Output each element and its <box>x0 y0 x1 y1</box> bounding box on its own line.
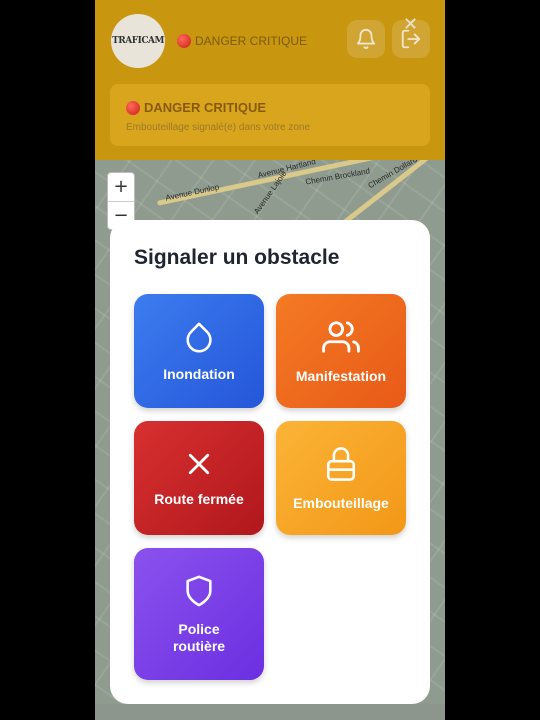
notifications-button[interactable] <box>347 20 385 58</box>
users-icon <box>322 320 360 353</box>
tile-label: Route fermée <box>154 490 244 507</box>
tile-label: Police routière <box>172 621 226 654</box>
tile-label: Embouteillage <box>293 494 389 511</box>
app-header: TRAFICAM DANGER CRITIQUE ✕ DANGER CRITIQ… <box>95 0 445 160</box>
logo-text: TRAFICAM <box>112 36 164 46</box>
tile-police-routiere[interactable]: Police routière <box>134 548 264 680</box>
app-logo: TRAFICAM <box>111 14 165 68</box>
tile-label: Inondation <box>163 365 235 382</box>
tile-inondation[interactable]: Inondation <box>134 294 264 408</box>
app-screen: Avenue Hartland Avenue Dunlop Avenue Laj… <box>95 0 445 720</box>
bell-icon <box>356 29 376 50</box>
bottom-map-strip <box>95 704 445 720</box>
danger-dot-icon <box>126 100 140 115</box>
tile-label: Manifestation <box>295 367 387 384</box>
danger-dot-icon <box>177 34 191 48</box>
banner-title: DANGER CRITIQUE <box>126 100 266 115</box>
banner-subtitle: Embouteillage signalé(e) dans votre zone <box>126 122 310 133</box>
header-danger-status: DANGER CRITIQUE <box>177 34 307 48</box>
map-street-label: Avenue Dunlop <box>164 182 220 203</box>
zoom-in-button[interactable]: + <box>108 173 134 201</box>
report-obstacle-modal: Signaler un obstacle Inondation Manifest… <box>110 220 430 704</box>
tile-route-fermee[interactable]: Route fermée <box>134 421 264 535</box>
danger-banner: DANGER CRITIQUE Embouteillage signalé(e)… <box>110 84 430 146</box>
shield-icon <box>186 575 212 607</box>
header-status-text: DANGER CRITIQUE <box>195 34 308 48</box>
lock-icon <box>326 446 356 481</box>
droplet-icon <box>186 322 212 353</box>
tile-embouteillage[interactable]: Embouteillage <box>276 421 406 535</box>
close-icon[interactable]: ✕ <box>403 16 418 34</box>
x-icon <box>188 453 210 474</box>
modal-title: Signaler un obstacle <box>134 246 340 269</box>
banner-title-text: DANGER CRITIQUE <box>144 100 267 115</box>
tile-manifestation[interactable]: Manifestation <box>276 294 406 408</box>
